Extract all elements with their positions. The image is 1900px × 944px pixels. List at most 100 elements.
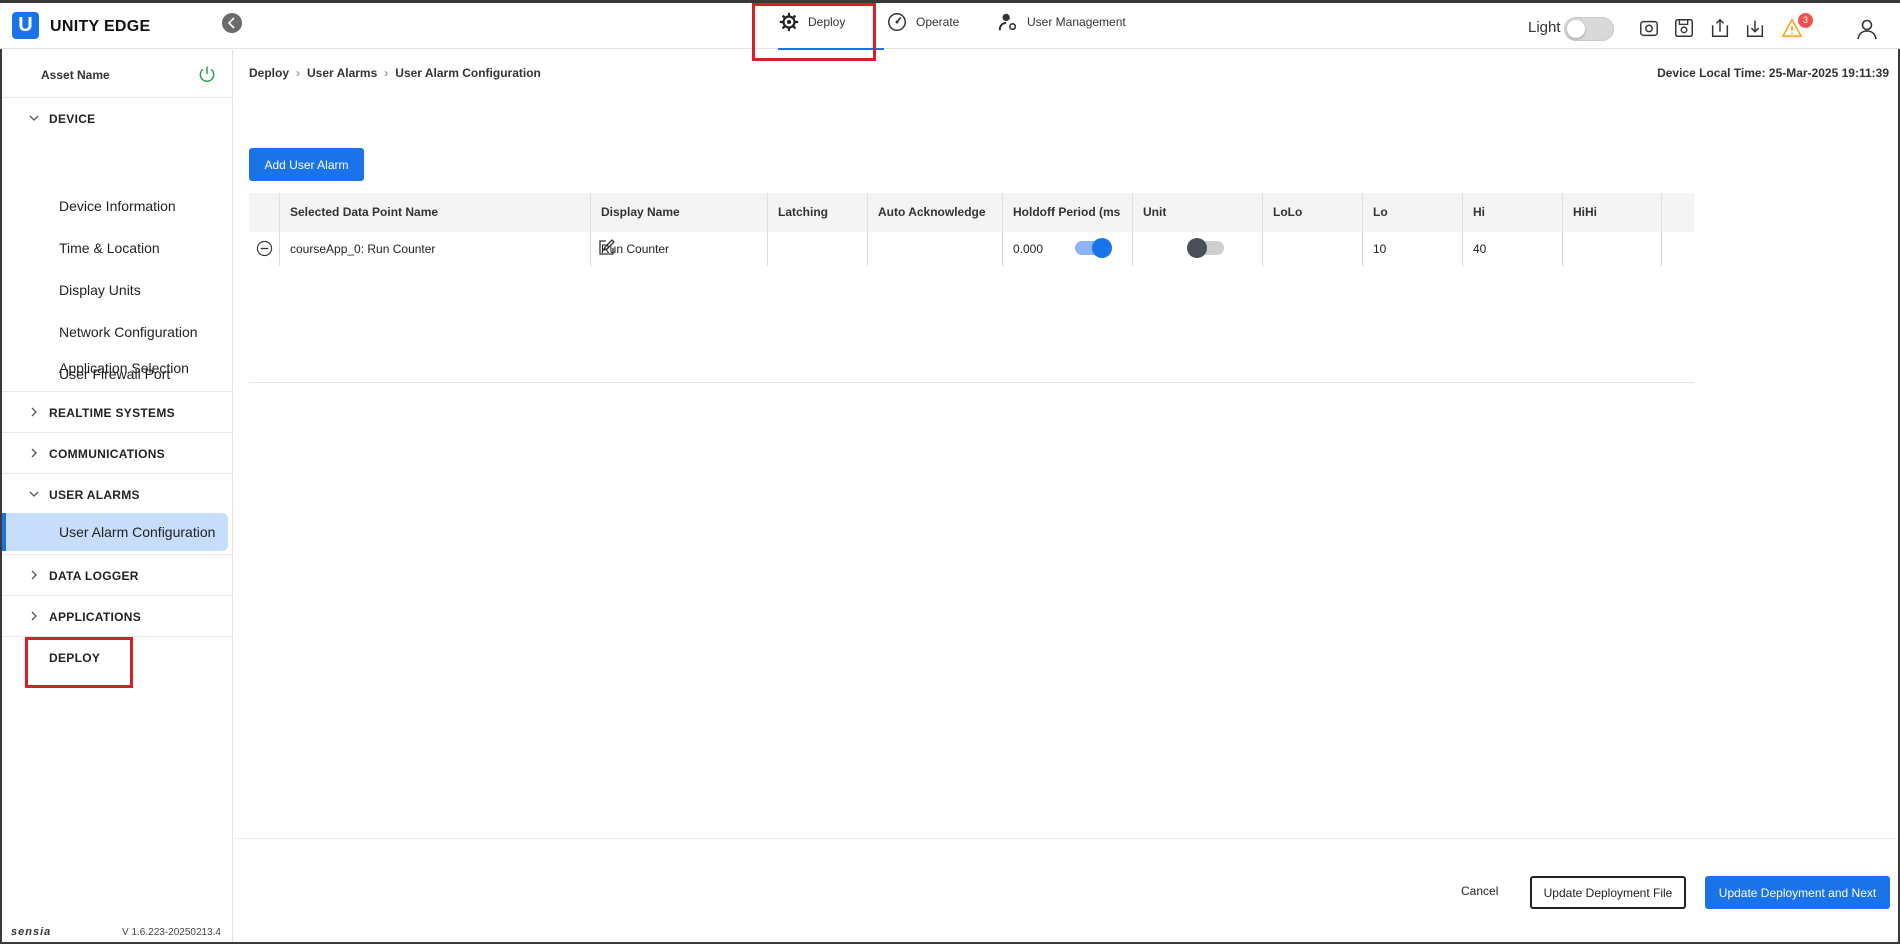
section-device-label: DEVICE xyxy=(49,112,96,126)
breadcrumb-user-alarms[interactable]: User Alarms xyxy=(307,66,377,80)
section-user-alarms-label: USER ALARMS xyxy=(49,488,140,502)
section-realtime-header[interactable]: REALTIME SYSTEMS xyxy=(2,392,233,432)
sidebar-item-user-alarm-configuration-label: User Alarm Configuration xyxy=(59,524,216,540)
display-name-value: Run Counter xyxy=(601,242,670,256)
highlight-box-deploy-tab xyxy=(752,3,876,61)
add-user-alarm-button[interactable]: Add User Alarm xyxy=(249,148,364,181)
asset-name: Asset Name xyxy=(41,68,110,82)
chevron-down-icon xyxy=(29,115,39,121)
breadcrumb-user-alarm-configuration: User Alarm Configuration xyxy=(395,66,541,80)
cancel-button[interactable]: Cancel xyxy=(1461,884,1498,898)
tab-user-management[interactable]: User Management xyxy=(997,13,1126,49)
section-communications-header[interactable]: COMMUNICATIONS xyxy=(2,433,233,473)
col-lo: Lo xyxy=(1362,193,1462,232)
download-icon[interactable] xyxy=(1744,17,1766,39)
breadcrumb-deploy[interactable]: Deploy xyxy=(249,66,289,80)
col-lolo: LoLo xyxy=(1262,193,1362,232)
section-device: DEVICE Device Information Time & Locatio… xyxy=(2,98,233,392)
auto-acknowledge-toggle-knob xyxy=(1187,238,1207,258)
chevron-right-icon xyxy=(31,570,37,580)
cell-lo[interactable]: 10 xyxy=(1362,232,1462,266)
col-unit: Unit xyxy=(1132,193,1262,232)
sidebar-item-device-information[interactable]: Device Information xyxy=(59,198,176,214)
power-icon[interactable] xyxy=(197,64,217,84)
section-communications-label: COMMUNICATIONS xyxy=(49,447,165,461)
cell-lolo[interactable] xyxy=(1262,232,1362,266)
chevron-right-icon xyxy=(31,448,37,458)
user-alarm-table: Selected Data Point Name Display Name La… xyxy=(249,193,1694,383)
tab-user-management-label: User Management xyxy=(1027,15,1126,29)
table-row: courseApp_0: Run Counter Run Counter 0.0… xyxy=(249,232,1694,266)
table-header: Selected Data Point Name Display Name La… xyxy=(249,193,1694,232)
data-point-name: courseApp_0: Run Counter xyxy=(290,242,436,256)
gauge-icon xyxy=(888,13,906,31)
sidebar-item-application-selection[interactable]: Application Selection xyxy=(59,360,189,376)
alert-count-badge: 3 xyxy=(1798,13,1813,28)
section-data-logger-header[interactable]: DATA LOGGER xyxy=(2,555,233,595)
settings-disk-icon[interactable] xyxy=(1638,17,1660,39)
hi-value: 40 xyxy=(1473,242,1487,256)
auto-acknowledge-toggle[interactable] xyxy=(1187,238,1224,258)
update-deployment-next-button[interactable]: Update Deployment and Next xyxy=(1705,876,1890,909)
lo-value: 10 xyxy=(1373,242,1387,256)
theme-label: Light xyxy=(1528,19,1561,36)
remove-row-icon[interactable] xyxy=(256,240,273,257)
col-latching: Latching xyxy=(767,193,867,232)
col-holdoff-period: Holdoff Period (ms xyxy=(1002,193,1132,232)
section-data-logger: DATA LOGGER xyxy=(2,555,233,596)
breadcrumb-separator-icon: › xyxy=(384,66,389,80)
top-header: U UNITY EDGE Deploy Operate User Managem… xyxy=(0,3,1900,50)
latching-toggle-knob xyxy=(1092,238,1112,258)
upload-icon[interactable] xyxy=(1709,17,1731,39)
section-realtime-systems: REALTIME SYSTEMS xyxy=(2,392,233,433)
section-user-alarms-header[interactable]: USER ALARMS xyxy=(2,474,233,514)
chevron-left-icon xyxy=(227,17,235,29)
chevron-right-icon xyxy=(31,611,37,621)
unity-logo: U xyxy=(12,12,39,39)
chevron-down-icon xyxy=(29,491,39,497)
section-data-logger-label: DATA LOGGER xyxy=(49,569,139,583)
sidebar: Asset Name DEVICE Device Information Tim… xyxy=(2,50,233,942)
cell-hi[interactable]: 40 xyxy=(1462,232,1562,266)
section-applications: APPLICATIONS xyxy=(2,596,233,637)
cell-holdoff[interactable]: 0.000 xyxy=(1002,232,1132,266)
chevron-right-icon xyxy=(31,407,37,417)
theme-toggle-knob xyxy=(1567,20,1585,38)
brand-title: UNITY EDGE xyxy=(50,18,151,35)
save-icon[interactable] xyxy=(1673,17,1695,39)
col-selected-data-point-name: Selected Data Point Name xyxy=(279,193,590,232)
update-deployment-file-button[interactable]: Update Deployment File xyxy=(1530,876,1686,909)
sidebar-collapse-button[interactable] xyxy=(222,13,242,33)
asset-row: Asset Name xyxy=(2,50,233,98)
section-realtime-label: REALTIME SYSTEMS xyxy=(49,406,175,420)
version-label: V 1.6.223-20250213.4 xyxy=(122,927,221,938)
device-local-time: Device Local Time: 25-Mar-2025 19:11:39 xyxy=(1657,66,1889,80)
window-frame xyxy=(0,0,1900,944)
cell-latching xyxy=(767,232,867,266)
cell-display-name[interactable]: Run Counter xyxy=(590,232,767,266)
section-device-header[interactable]: DEVICE xyxy=(2,98,233,138)
breadcrumb: Deploy › User Alarms › User Alarm Config… xyxy=(249,66,541,80)
col-hihi: HiHi xyxy=(1562,193,1662,232)
section-applications-label: APPLICATIONS xyxy=(49,610,142,624)
section-applications-header[interactable]: APPLICATIONS xyxy=(2,596,233,636)
user-gear-icon xyxy=(998,13,1017,31)
latching-toggle[interactable] xyxy=(1075,238,1112,258)
user-avatar-icon[interactable] xyxy=(1855,17,1879,41)
col-auto-acknowledge: Auto Acknowledge xyxy=(867,193,1002,232)
sidebar-item-display-units[interactable]: Display Units xyxy=(59,282,141,298)
highlight-box-deploy-section xyxy=(25,637,133,688)
tab-operate[interactable]: Operate xyxy=(886,13,959,49)
col-display-name: Display Name xyxy=(590,193,767,232)
cell-hihi[interactable] xyxy=(1562,232,1662,266)
section-communications: COMMUNICATIONS xyxy=(2,433,233,474)
tab-operate-label: Operate xyxy=(916,15,960,29)
col-hi: Hi xyxy=(1462,193,1562,232)
sidebar-item-user-alarm-configuration[interactable]: User Alarm Configuration xyxy=(2,513,228,551)
theme-toggle[interactable] xyxy=(1564,17,1614,41)
sidebar-item-network-configuration[interactable]: Network Configuration xyxy=(59,324,198,340)
cell-auto-acknowledge xyxy=(867,232,1002,266)
cell-data-point: courseApp_0: Run Counter xyxy=(279,232,590,266)
sensia-logo: sensia xyxy=(11,926,52,938)
sidebar-item-time-location[interactable]: Time & Location xyxy=(59,240,160,256)
